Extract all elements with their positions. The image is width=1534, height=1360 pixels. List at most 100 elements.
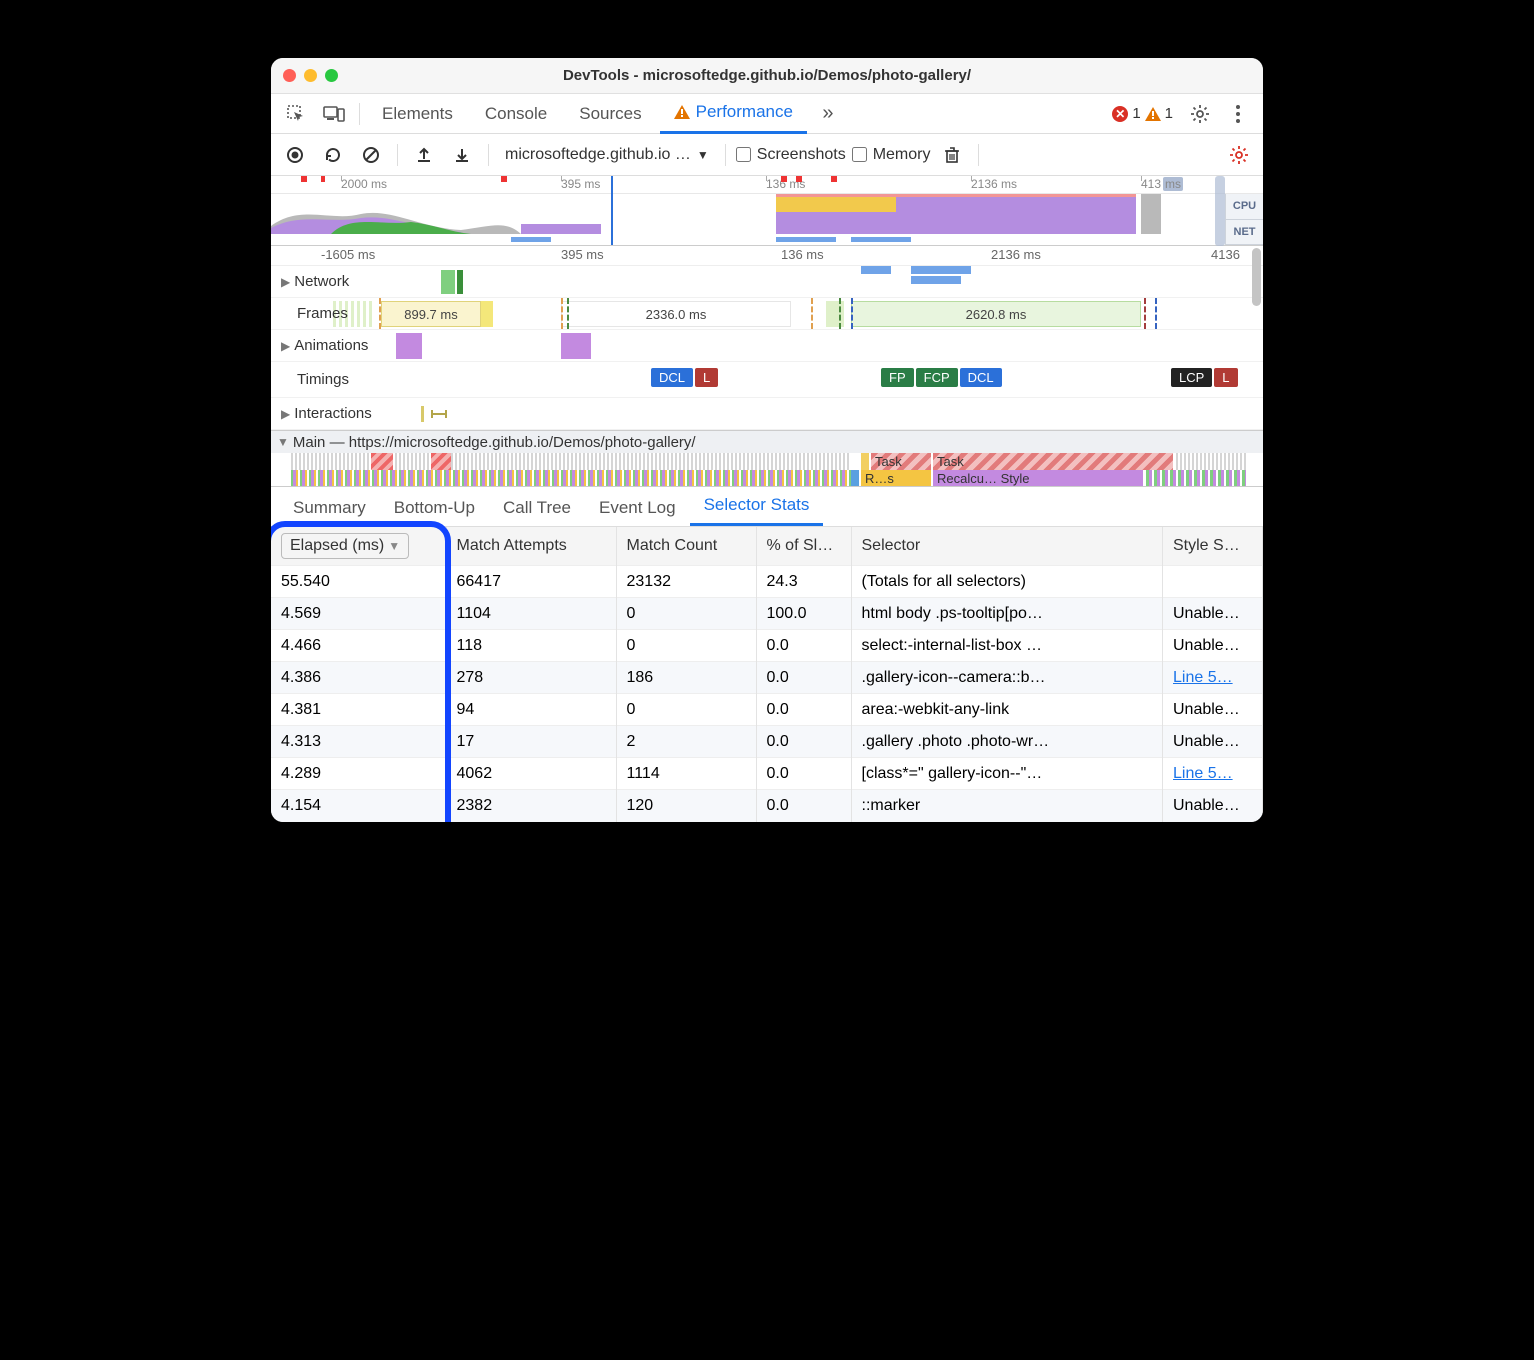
timeline-tracks[interactable]: -1605 ms 395 ms 136 ms 2136 ms 4136 ▶Net… <box>271 246 1263 431</box>
download-button[interactable] <box>446 139 478 171</box>
cell-elapsed: 4.289 <box>271 758 446 790</box>
screenshots-checkbox[interactable]: Screenshots <box>736 146 846 164</box>
col-style[interactable]: Style S… <box>1163 527 1263 566</box>
col-slow[interactable]: % of Sl… <box>756 527 851 566</box>
table-row[interactable]: 4.15423821200.0::markerUnable… <box>271 790 1263 822</box>
dtab-event-log[interactable]: Event Log <box>585 490 690 526</box>
tick: 395 ms <box>561 177 600 191</box>
cell-attempts: 278 <box>446 662 616 694</box>
dtab-label: Call Tree <box>503 498 571 517</box>
more-options-icon[interactable] <box>1221 97 1255 131</box>
cell-attempts: 2382 <box>446 790 616 822</box>
cell-style: Unable… <box>1163 598 1263 630</box>
table-header-row: Elapsed (ms) ▼ Match Attempts Match Coun… <box>271 527 1263 566</box>
cell-count: 2 <box>616 726 756 758</box>
upload-button[interactable] <box>408 139 440 171</box>
cell-count: 1114 <box>616 758 756 790</box>
timeline-overview[interactable]: 2000 ms 395 ms 136 ms 2136 ms 413ms <box>271 176 1263 246</box>
disclosure-icon[interactable]: ▶ <box>281 275 290 289</box>
warning-count: 1 <box>1165 105 1173 122</box>
cell-selector: [class*=" gallery-icon--"… <box>851 758 1163 790</box>
timing-lcp: LCP <box>1171 368 1212 387</box>
table-row[interactable]: 4.3131720.0.gallery .photo .photo-wr…Una… <box>271 726 1263 758</box>
dtab-label: Selector Stats <box>704 495 810 514</box>
cell-style: Unable… <box>1163 726 1263 758</box>
capture-settings-icon[interactable] <box>1223 139 1255 171</box>
tab-performance[interactable]: Performance <box>660 94 807 134</box>
device-emulation-icon[interactable] <box>317 97 351 131</box>
reload-button[interactable] <box>317 139 349 171</box>
main-thread-header[interactable]: ▼ Main — https://microsoftedge.github.io… <box>271 431 1263 453</box>
track-interactions[interactable]: ▶Interactions <box>271 398 1263 430</box>
cell-style[interactable]: Line 5… <box>1163 662 1263 694</box>
main-thread-flame[interactable]: ▼ Main — https://microsoftedge.github.io… <box>271 431 1263 487</box>
col-elapsed[interactable]: Elapsed (ms) ▼ <box>271 527 446 566</box>
cell-style[interactable]: Line 5… <box>1163 758 1263 790</box>
clear-button[interactable] <box>355 139 387 171</box>
collect-garbage-button[interactable] <box>936 139 968 171</box>
memory-checkbox[interactable]: Memory <box>852 146 931 164</box>
timing-fcp: FCP <box>916 368 958 387</box>
col-selector[interactable]: Selector <box>851 527 1163 566</box>
disclosure-icon[interactable]: ▶ <box>281 407 290 421</box>
table-row[interactable]: 4.3862781860.0.gallery-icon--camera::b…L… <box>271 662 1263 694</box>
record-button[interactable] <box>279 139 311 171</box>
screenshots-input[interactable] <box>736 147 751 162</box>
table-row[interactable]: 55.540664172313224.3(Totals for all sele… <box>271 566 1263 598</box>
col-count[interactable]: Match Count <box>616 527 756 566</box>
tracks-scrollbar[interactable] <box>1252 248 1261 306</box>
track-frames[interactable]: Frames 899.7 ms 2336.0 ms 2620.8 ms <box>271 298 1263 330</box>
profile-target-dropdown[interactable]: microsoftedge.github.io … ▼ <box>499 146 715 164</box>
issues-badge[interactable]: ✕ 1 1 <box>1106 103 1179 124</box>
dtab-bottom-up[interactable]: Bottom-Up <box>380 490 489 526</box>
settings-icon[interactable] <box>1183 97 1217 131</box>
cell-selector: html body .ps-tooltip[po… <box>851 598 1163 630</box>
tab-sources[interactable]: Sources <box>565 94 655 134</box>
task-block[interactable]: Recalcu… Style <box>933 470 1143 487</box>
task-block[interactable]: R…s <box>861 470 931 487</box>
disclosure-icon[interactable]: ▶ <box>281 339 290 353</box>
disclosure-icon[interactable]: ▼ <box>277 435 289 449</box>
table-row[interactable]: 4.289406211140.0[class*=" gallery-icon--… <box>271 758 1263 790</box>
tick: 395 ms <box>561 247 604 262</box>
table-row[interactable]: 4.56911040100.0html body .ps-tooltip[po…… <box>271 598 1263 630</box>
dtab-summary[interactable]: Summary <box>279 490 380 526</box>
tick: 2136 ms <box>991 247 1041 262</box>
track-animations[interactable]: ▶Animations <box>271 330 1263 362</box>
table-row[interactable]: 4.46611800.0select:-internal-list-box …U… <box>271 630 1263 662</box>
cell-selector: .gallery-icon--camera::b… <box>851 662 1163 694</box>
cell-elapsed: 4.569 <box>271 598 446 630</box>
cell-selector: select:-internal-list-box … <box>851 630 1163 662</box>
task-block[interactable]: Task <box>871 453 931 470</box>
task-block[interactable]: Task <box>933 453 1173 470</box>
timing-dcl: DCL <box>651 368 693 387</box>
track-timings[interactable]: Timings DCLL FPFCPDCL LCPL <box>271 362 1263 398</box>
tab-elements[interactable]: Elements <box>368 94 467 134</box>
tick: 2000 ms <box>341 177 387 191</box>
inspect-element-icon[interactable] <box>279 97 313 131</box>
dtab-selector-stats[interactable]: Selector Stats <box>690 487 824 526</box>
col-label: Elapsed (ms) <box>290 537 384 555</box>
cell-elapsed: 4.154 <box>271 790 446 822</box>
tab-label: Console <box>485 104 547 124</box>
frame-duration: 2620.8 ms <box>966 307 1027 322</box>
col-attempts[interactable]: Match Attempts <box>446 527 616 566</box>
overview-side-labels: CPU NET <box>1225 194 1263 245</box>
dtab-call-tree[interactable]: Call Tree <box>489 490 585 526</box>
timing-l2: L <box>1214 368 1237 387</box>
cell-slow: 100.0 <box>756 598 851 630</box>
track-network[interactable]: ▶Network <box>271 266 1263 298</box>
overview-drag-handle[interactable] <box>1215 176 1225 246</box>
tab-console[interactable]: Console <box>471 94 561 134</box>
screenshots-label: Screenshots <box>757 146 846 164</box>
track-label-text: Frames <box>297 305 348 322</box>
timing-dcl2: DCL <box>960 368 1002 387</box>
memory-input[interactable] <box>852 147 867 162</box>
overview-lanes <box>271 194 1263 246</box>
cell-slow: 0.0 <box>756 790 851 822</box>
more-tabs-icon[interactable]: » <box>811 97 845 131</box>
dtab-label: Bottom-Up <box>394 498 475 517</box>
table-row[interactable]: 4.3819400.0area:-webkit-any-linkUnable… <box>271 694 1263 726</box>
tick: 4136 <box>1211 247 1240 262</box>
cell-slow: 0.0 <box>756 630 851 662</box>
